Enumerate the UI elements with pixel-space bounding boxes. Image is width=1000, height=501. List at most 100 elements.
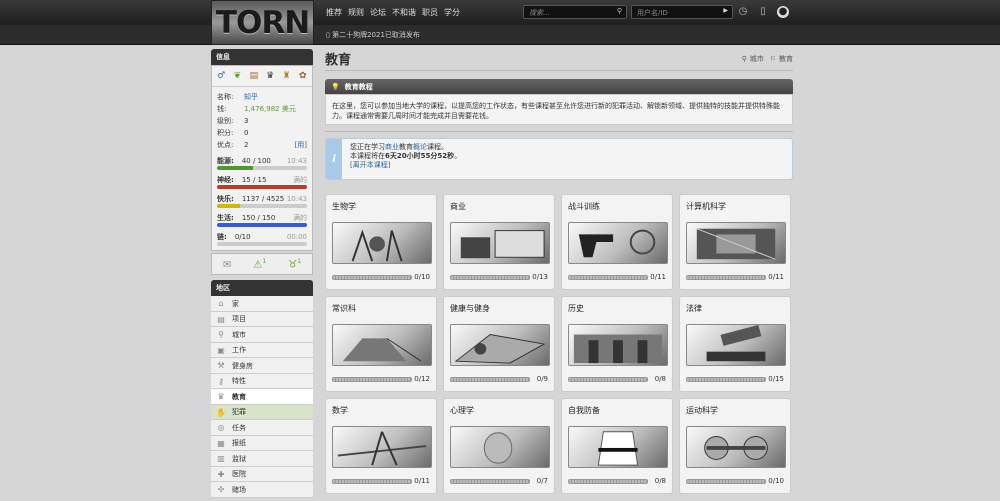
course-image <box>450 426 550 468</box>
status-bar[interactable]: 链: 0/10 00:00 <box>217 231 307 246</box>
mail-icon[interactable]: ✉ <box>223 258 231 270</box>
bar-timer: 10:43 <box>286 194 307 203</box>
bar-label: 链: <box>217 232 227 241</box>
course-image <box>568 222 668 264</box>
area-label: 城市 <box>232 330 246 339</box>
course-card[interactable]: 战斗训练 0/11 <box>561 194 673 290</box>
crumb-city[interactable]: ⚲ 城市 <box>742 54 764 64</box>
crumb-edu-label: 教育 <box>779 55 793 63</box>
male-icon[interactable]: ♂ <box>216 71 226 81</box>
nav-staff[interactable]: 职员 <box>422 7 438 18</box>
course-card[interactable]: 常识科 0/12 <box>325 296 437 392</box>
areas-list: ⌂ 家 ▤ 项目 ⚲ 城市 ▣ 工作 ⚒ 健身房 ⚷ 特性 ♛ 教育 ✋ 犯罪 ◎ 任务 ▦ 报纸 ▥ 监狱 ✚ 医院 ✣ 赌场 <box>211 296 313 498</box>
course-card[interactable]: 计算机科学 0/11 <box>679 194 791 290</box>
github-icon[interactable]: ● <box>777 6 789 18</box>
notice-text: 您正在学习商业教育概论课程。 本课程将在6天20小时55分52秒。 [离开本课程… <box>342 139 469 179</box>
course-card[interactable]: 自我防备 0/8 <box>561 398 673 494</box>
sidebar-item-area[interactable]: ✣ 赌场 <box>211 482 313 498</box>
lightbulb-icon: 💡 <box>331 82 340 91</box>
course-progress: 0/8 <box>654 375 666 383</box>
nav-recommend[interactable]: 推荐 <box>326 7 342 18</box>
course-card[interactable]: 历史 0/8 <box>561 296 673 392</box>
course-card[interactable]: 数学 0/11 <box>325 398 437 494</box>
notepad-icon[interactable]: ▯ <box>757 6 769 18</box>
bar-timer: 满的 <box>293 175 307 184</box>
area-label: 任务 <box>232 423 246 432</box>
search-icon[interactable]: ⚲ <box>617 7 622 15</box>
course-name: 常识科 <box>332 304 356 313</box>
clock-icon[interactable]: ◷ <box>737 6 749 18</box>
course-progress: 0/13 <box>532 273 548 281</box>
sidebar-item-area[interactable]: ⚷ 特性 <box>211 373 313 390</box>
course-progress-bar <box>686 377 766 382</box>
course-card[interactable]: 运动科学 0/10 <box>679 398 791 494</box>
sidebar-item-area[interactable]: ▣ 工作 <box>211 342 313 359</box>
sidebar-item-area[interactable]: ♛ 教育 <box>211 389 313 405</box>
area-icon: ▤ <box>217 314 225 324</box>
search-input[interactable]: 搜索... ⚲ <box>523 5 627 19</box>
trophy-icon[interactable]: ♜ <box>281 71 291 81</box>
event-icon[interactable]: ♉1 <box>288 258 301 270</box>
sidebar-item-area[interactable]: ⚲ 城市 <box>211 327 313 343</box>
leaf-icon[interactable]: ❦ <box>232 71 242 81</box>
course-card[interactable]: 商业 0/13 <box>443 194 555 290</box>
sidebar-item-area[interactable]: ⚒ 健身房 <box>211 358 313 374</box>
course-progress-bar <box>450 377 530 382</box>
alert-icon[interactable]: ⚠1 <box>253 258 266 270</box>
status-bar[interactable]: 生活: 150 / 150 满的 <box>217 212 307 227</box>
time-remaining: 6天20小时55分52秒 <box>385 152 455 160</box>
sidebar-item-area[interactable]: ▤ 项目 <box>211 311 313 328</box>
sidebar-item-area[interactable]: ▥ 监狱 <box>211 451 313 467</box>
status-bar[interactable]: 神经: 15 / 15 满的 <box>217 174 307 189</box>
nav-credits[interactable]: 学分 <box>444 7 460 18</box>
logo-text: TORN <box>215 4 310 41</box>
course-card[interactable]: 法律 0/15 <box>679 296 791 392</box>
areas-header: 地区 <box>211 280 313 297</box>
sidebar-item-area[interactable]: ◎ 任务 <box>211 420 313 436</box>
sidebar-item-area[interactable]: ⌂ 家 <box>211 296 313 312</box>
course-card[interactable]: 生物学 0/10 <box>325 194 437 290</box>
area-icon: ✚ <box>217 469 225 479</box>
status-bar[interactable]: 快乐: 1137 / 4525 10:43 <box>217 193 307 208</box>
user-search-input[interactable]: 用户名/ID ▶ <box>631 5 733 19</box>
torn-logo[interactable]: TORN <box>211 0 314 45</box>
quick-glyph: ⚠ <box>253 259 263 271</box>
info-header: 信息 <box>211 49 313 65</box>
status-bar[interactable]: 能源: 40 / 100 10:43 <box>217 155 307 170</box>
subject-link[interactable]: 商业 <box>385 143 399 151</box>
bar-track <box>217 223 307 227</box>
leave-course-link[interactable]: [离开本课程] <box>350 161 390 169</box>
news-ticker[interactable]: ▯ 第二十狗牌2021已取消发布 <box>326 30 420 40</box>
area-icon: ▥ <box>217 454 225 464</box>
area-label: 项目 <box>232 315 246 324</box>
quick-glyph: ✉ <box>223 259 232 271</box>
course-name: 战斗训练 <box>568 202 600 211</box>
graduation-cap-icon[interactable]: ♛ <box>265 71 275 81</box>
squirrel-icon[interactable]: ✿ <box>298 71 308 81</box>
nav-rules[interactable]: 规则 <box>348 7 364 18</box>
nav-discord[interactable]: 不和谐 <box>392 7 416 18</box>
tutorial-header[interactable]: 💡 教育教程 <box>325 79 793 94</box>
course-name: 法律 <box>686 304 702 313</box>
user-name[interactable]: 知乎 <box>244 91 307 103</box>
course-progress-bar <box>450 479 530 484</box>
sidebar-item-area[interactable]: ▦ 报纸 <box>211 435 313 452</box>
course-image <box>450 324 550 366</box>
sidebar-item-area[interactable]: ✋ 犯罪 <box>211 404 313 421</box>
play-icon[interactable]: ▶ <box>723 7 728 14</box>
course-progress: 0/12 <box>414 375 430 383</box>
area-icon: ⚲ <box>218 330 224 340</box>
course-card[interactable]: 健康与健身 0/9 <box>443 296 555 392</box>
points-value: 0 <box>244 129 249 137</box>
course-card[interactable]: 心理学 0/7 <box>443 398 555 494</box>
crumb-education[interactable]: ⚐ 教育 <box>770 54 793 64</box>
use-merits-link[interactable]: [用] <box>295 139 307 151</box>
sidebar-item-area[interactable]: ✚ 医院 <box>211 466 313 483</box>
certificate-icon[interactable]: ▤ <box>249 71 259 81</box>
page-title: 教育 <box>325 53 352 68</box>
bar-value: 15 / 15 <box>241 175 267 184</box>
news-bar <box>0 25 1000 45</box>
course-link[interactable]: 概论 <box>413 143 427 151</box>
nav-forums[interactable]: 论坛 <box>370 7 386 18</box>
bar-value: 0/10 <box>234 232 251 241</box>
